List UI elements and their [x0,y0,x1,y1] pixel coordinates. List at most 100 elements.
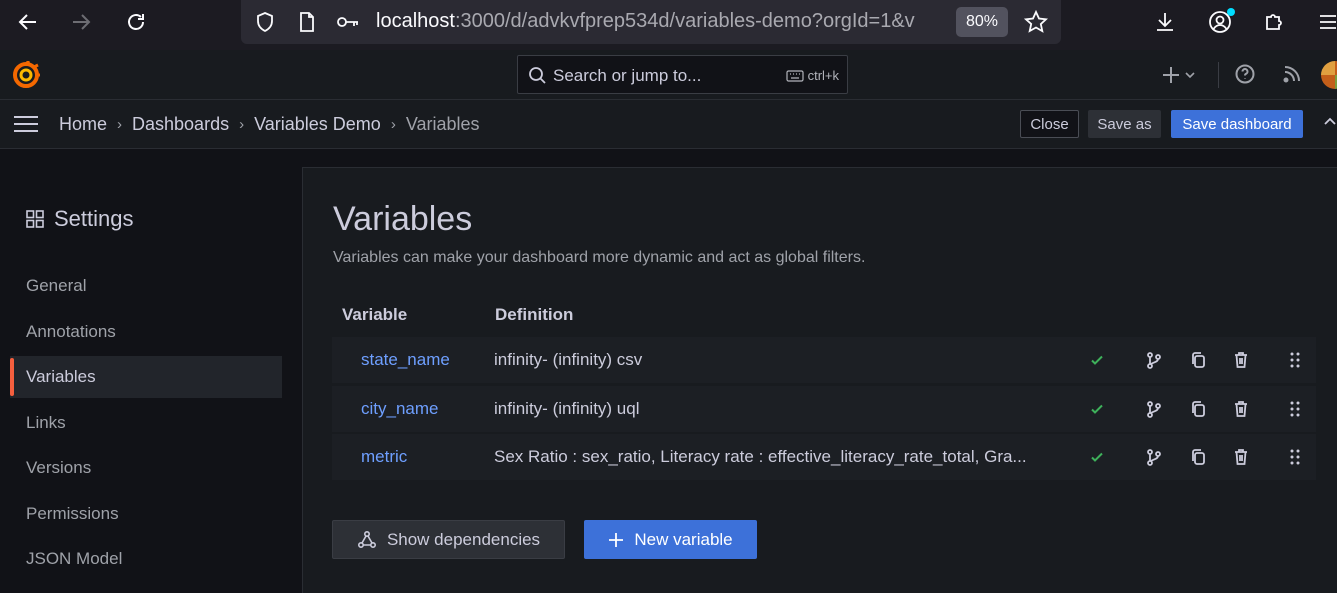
add-new-button[interactable] [1162,64,1198,91]
help-button[interactable] [1235,64,1255,89]
table-row: state_name infinity- (infinity) csv [332,337,1316,383]
breadcrumb-home[interactable]: Home [59,114,107,135]
help-icon [1235,64,1255,84]
divider [1218,62,1219,88]
check-icon [1088,400,1106,418]
apps-icon [26,210,44,228]
duplicate-icon[interactable] [1189,448,1207,466]
downloads-button[interactable] [1150,8,1180,36]
browser-toolbar: localhost:3000/d/advkvfprep534d/variable… [0,0,1337,50]
show-dependencies-button[interactable]: Show dependencies [332,520,565,559]
column-header-definition: Definition [495,305,574,324]
chevron-right-icon: › [117,116,123,133]
arrow-right-icon [73,14,91,30]
sidebar-item-json-model[interactable]: JSON Model [10,538,282,580]
search-placeholder: Search or jump to... [553,66,702,85]
rss-icon [1283,66,1300,83]
page-title: Variables [333,200,473,238]
sidebar-item-links[interactable]: Links [10,402,282,444]
arrow-left-icon [18,14,36,30]
avatar[interactable] [1321,61,1337,89]
forward-button[interactable] [64,8,98,36]
breadcrumb-dashboard[interactable]: Variables Demo [254,114,381,135]
hamburger-menu-icon [1320,15,1336,29]
duplicate-icon[interactable] [1189,400,1207,418]
shortcut-label: ctrl+k [807,68,839,83]
trash-icon[interactable] [1232,448,1250,466]
shield-icon[interactable] [253,10,277,34]
sidebar-item-variables[interactable]: Variables [10,356,282,398]
page-subtitle: Variables can make your dashboard more d… [333,249,866,266]
key-icon[interactable] [336,10,360,34]
plus-icon [1163,67,1195,83]
news-button[interactable] [1282,64,1302,89]
variables-panel: Variables Variables can make your dashbo… [302,167,1337,593]
sidebar-item-annotations[interactable]: Annotations [10,311,282,353]
save-dashboard-button[interactable]: Save dashboard [1171,110,1303,138]
url-host: localhost [376,10,455,32]
reload-button[interactable] [119,8,153,36]
chevron-up-icon[interactable] [1324,116,1336,126]
branch-icon[interactable] [1145,448,1163,466]
drag-handle-icon[interactable] [1286,448,1304,466]
breadcrumb: Home › Dashboards › Variables Demo › Var… [59,114,480,135]
notification-dot [1227,8,1235,16]
sidebar-item-general[interactable]: General [10,265,282,307]
search-input[interactable]: Search or jump to... ctrl+k [517,55,848,94]
trash-icon[interactable] [1232,351,1250,369]
variable-name-link[interactable]: metric [361,447,407,467]
chevron-right-icon: › [239,116,245,133]
menu-button[interactable] [1313,8,1337,36]
save-as-button[interactable]: Save as [1088,110,1161,138]
url-path: :3000/d/advkvfprep534d/variables-demo?or… [454,10,915,32]
branch-icon[interactable] [1145,400,1163,418]
grafana-logo-icon[interactable] [12,61,40,89]
variable-definition: infinity- (infinity) uql [494,399,640,418]
settings-title: Settings [26,206,134,232]
drag-handle-icon[interactable] [1286,400,1304,418]
column-header-variable: Variable [342,305,408,324]
breadcrumb-bar: Home › Dashboards › Variables Demo › Var… [0,100,1337,149]
bookmark-star-icon[interactable] [1024,10,1048,34]
dependencies-icon [357,530,376,548]
check-icon [1088,351,1106,369]
close-button[interactable]: Close [1020,110,1079,138]
new-variable-label: New variable [634,529,733,549]
settings-title-label: Settings [54,206,134,231]
page-icon[interactable] [295,10,319,34]
extensions-button[interactable] [1259,8,1289,36]
drag-handle-icon[interactable] [1286,351,1304,369]
variable-name-link[interactable]: city_name [361,399,438,419]
download-icon [1157,13,1173,31]
settings-sidebar: Settings General Annotations Variables L… [0,150,300,593]
puzzle-icon [1266,14,1282,30]
reload-icon [128,14,144,30]
back-button[interactable] [11,8,45,36]
show-dependencies-label: Show dependencies [386,529,541,549]
menu-toggle-icon[interactable] [13,114,39,134]
breadcrumb-dashboards[interactable]: Dashboards [132,114,229,135]
sidebar-item-versions[interactable]: Versions [10,447,282,489]
trash-icon[interactable] [1232,400,1250,418]
duplicate-icon[interactable] [1189,351,1207,369]
search-shortcut: ctrl+k [785,68,839,83]
keyboard-icon [785,69,804,82]
variable-definition: Sex Ratio : sex_ratio, Literacy rate : e… [494,447,1027,466]
grafana-topbar: Search or jump to... ctrl+k [0,50,1337,100]
variable-name-link[interactable]: state_name [361,350,450,370]
sidebar-item-permissions[interactable]: Permissions [10,493,282,535]
plus-icon [609,532,624,547]
branch-icon[interactable] [1145,351,1163,369]
new-variable-button[interactable]: New variable [584,520,757,559]
breadcrumb-current: Variables [405,114,480,134]
table-row: city_name infinity- (infinity) uql [332,386,1316,432]
variable-definition: infinity- (infinity) csv [494,350,643,369]
account-button[interactable] [1205,8,1235,36]
url-text[interactable]: localhost:3000/d/advkvfprep534d/variable… [376,10,956,33]
table-row: metric Sex Ratio : sex_ratio, Literacy r… [332,434,1316,480]
chevron-right-icon: › [390,116,396,133]
check-icon [1088,448,1106,466]
url-bar[interactable]: localhost:3000/d/advkvfprep534d/variable… [241,0,1061,44]
search-icon [529,67,546,84]
zoom-badge[interactable]: 80% [956,7,1008,37]
